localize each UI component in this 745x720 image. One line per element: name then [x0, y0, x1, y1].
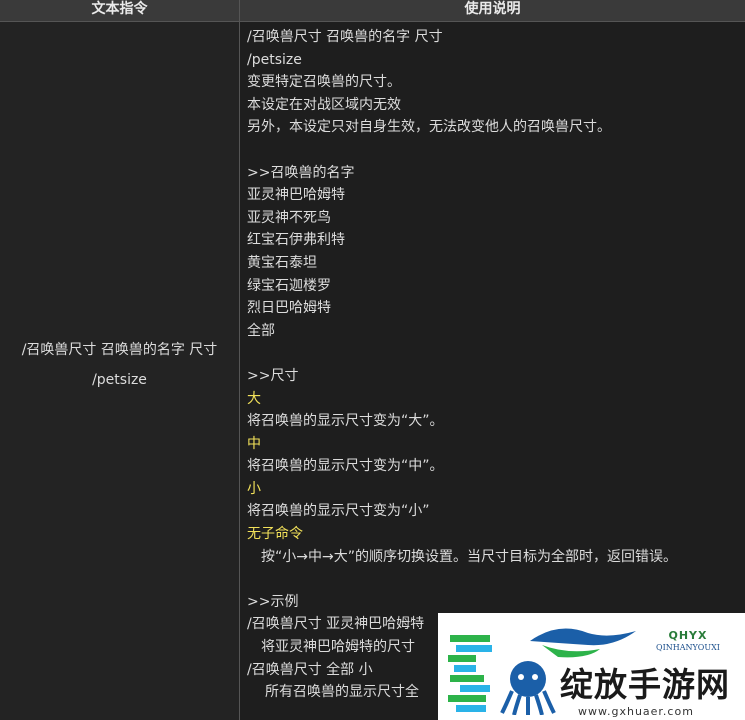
option-label: 小	[247, 480, 261, 497]
command-cell: /召唤兽尺寸 召唤兽的名字 尺寸 /petsize	[0, 22, 239, 720]
octopus-icon	[500, 661, 556, 715]
description-line	[247, 342, 742, 365]
description-line: 亚灵神巴哈姆特	[247, 187, 345, 204]
brand-mark: QHYX	[668, 629, 708, 642]
table-header: 文本指令 使用说明	[0, 0, 745, 22]
description-line: 红宝石伊弗利特	[247, 232, 345, 249]
site-watermark: QHYX QINHANYOUXI 绽放手游网 www.gxhuaer.com	[438, 613, 745, 720]
description-line: >>尺寸	[247, 367, 299, 384]
option-label: 大	[247, 390, 261, 407]
description-line: 黄宝石泰坦	[247, 254, 317, 271]
description-line: /召唤兽尺寸 召唤兽的名字 尺寸	[247, 29, 443, 45]
description-line: >>示例	[247, 593, 299, 610]
stripe-logo-icon	[448, 635, 492, 712]
fish-logo-icon	[530, 628, 636, 658]
option-label: 无子命令	[247, 526, 303, 543]
description-line: 全部	[247, 322, 275, 339]
description-line: 将召唤兽的显示尺寸变为“大”。	[247, 413, 444, 430]
description-line: 绿宝石迦楼罗	[247, 277, 331, 294]
description-line: /petsize	[247, 51, 302, 68]
description-line: 将召唤兽的显示尺寸变为“中”。	[247, 458, 444, 475]
site-title: 绽放手游网	[560, 665, 730, 704]
site-url: www.gxhuaer.com	[578, 705, 694, 718]
description-line: 烈日巴哈姆特	[247, 300, 331, 317]
description-line: >>召唤兽的名字	[247, 164, 355, 181]
column-divider	[239, 0, 240, 720]
header-command: 文本指令	[91, 1, 148, 17]
option-label: 中	[247, 435, 261, 452]
command-table: 文本指令 使用说明 /召唤兽尺寸 召唤兽的名字 尺寸 /petsize /召唤兽…	[0, 0, 745, 720]
description-line: 将召唤兽的显示尺寸变为“小”	[247, 503, 430, 520]
command-text-en: /petsize	[92, 372, 147, 388]
description-line	[247, 139, 742, 162]
command-text-cn: /召唤兽尺寸 召唤兽的名字 尺寸	[21, 342, 218, 358]
description-cell: /召唤兽尺寸 召唤兽的名字 尺寸/petsize 变更特定召唤兽的尺寸。 本设定在对…	[247, 26, 742, 704]
description-line: 亚灵神不死鸟	[247, 209, 331, 226]
description-line: 变更特定召唤兽的尺寸。	[247, 74, 401, 91]
header-description: 使用说明	[464, 1, 521, 17]
description-line: 本设定在对战区域内无效	[247, 96, 401, 113]
description-line	[247, 568, 742, 591]
brand-name: QINHANYOUXI	[656, 643, 720, 652]
description-line: 另外，本设定只对自身生效，无法改变他人的召唤兽尺寸。	[247, 119, 611, 136]
description-line: 按“小→中→大”的顺序切换设置。当尺寸目标为全部时，返回错误。	[261, 548, 677, 565]
